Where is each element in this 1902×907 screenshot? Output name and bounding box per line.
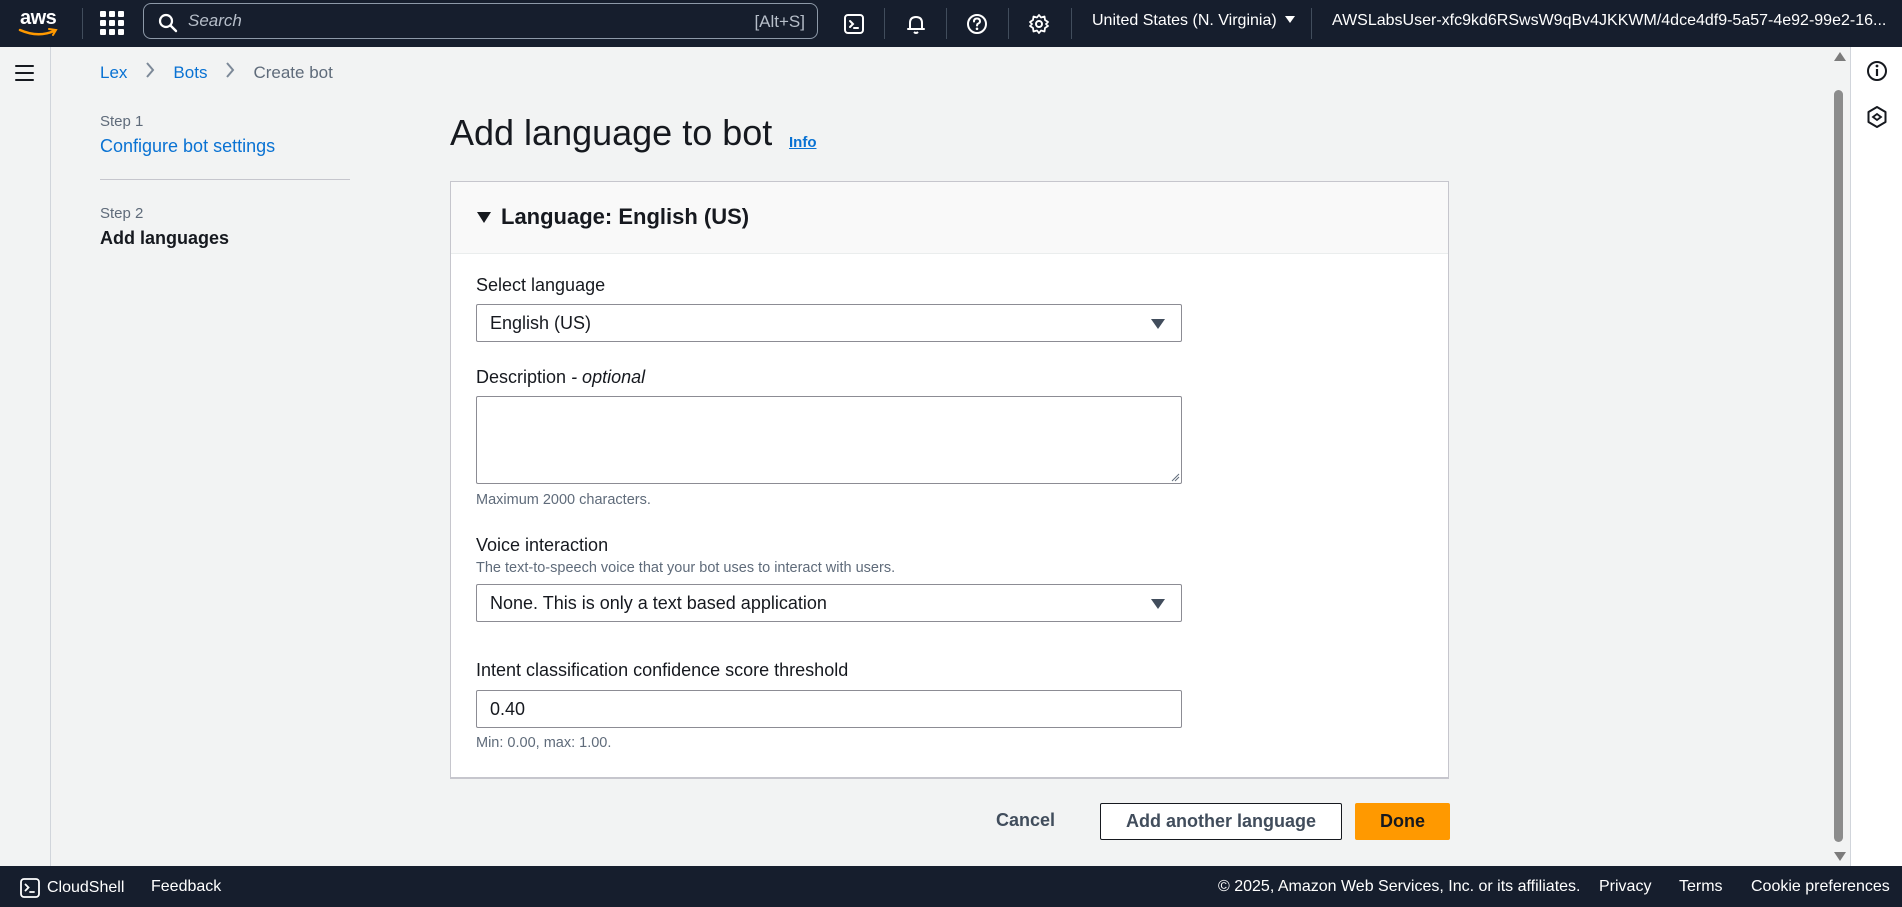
select-language-label: Select language xyxy=(476,275,606,295)
menu-hamburger-icon[interactable] xyxy=(15,65,34,81)
info-circle-icon[interactable] xyxy=(1865,59,1889,83)
language-select[interactable]: English (US) xyxy=(476,304,1182,342)
cloudshell-label: CloudShell xyxy=(47,879,125,896)
search-shortcut-hint: [Alt+S] xyxy=(754,12,805,31)
chevron-down-icon xyxy=(1284,16,1295,23)
cloudshell-button[interactable]: CloudShell xyxy=(20,878,124,898)
description-optional: - optional xyxy=(571,367,646,387)
breadcrumb-current: Create bot xyxy=(253,62,333,82)
bottom-bar: CloudShell Feedback © 2025, Amazon Web S… xyxy=(0,866,1902,907)
aws-smile-icon xyxy=(18,28,58,36)
step-2-number: Step 2 xyxy=(100,205,144,222)
done-button[interactable]: Done xyxy=(1355,803,1450,840)
scroll-up-arrow-icon[interactable] xyxy=(1834,52,1846,61)
search-input[interactable] xyxy=(188,10,688,32)
settings-gear-icon[interactable] xyxy=(1025,10,1053,38)
region-label: United States (N. Virginia) xyxy=(1092,12,1277,29)
top-navigation: aws [Alt+S] United States (N. Virginia) … xyxy=(0,0,1902,47)
language-container: Language: English (US) Select language E… xyxy=(450,181,1449,779)
nav-divider xyxy=(1008,8,1009,39)
chevron-right-icon xyxy=(145,62,155,83)
caret-down-icon xyxy=(1151,599,1165,609)
search-icon xyxy=(158,13,178,33)
cancel-button[interactable]: Cancel xyxy=(996,810,1055,831)
caret-down-icon xyxy=(1151,319,1165,329)
feedback-link[interactable]: Feedback xyxy=(151,878,221,896)
step-1-link[interactable]: Configure bot settings xyxy=(100,136,350,157)
right-tools-rail xyxy=(1850,47,1902,866)
step-2-current: Add languages xyxy=(100,228,230,248)
language-select-value: English (US) xyxy=(490,313,592,333)
nav-divider xyxy=(946,8,947,39)
step-divider xyxy=(100,179,350,180)
page-title: Add language to bot xyxy=(450,112,773,153)
step-1-number: Step 1 xyxy=(100,113,144,130)
voice-select[interactable]: None. This is only a text based applicat… xyxy=(476,584,1182,622)
resize-grip-icon[interactable] xyxy=(1170,472,1180,482)
description-textarea[interactable] xyxy=(476,396,1182,484)
ai-assistant-hexagon-icon[interactable] xyxy=(1865,105,1889,129)
aws-logo-text: aws xyxy=(20,7,57,29)
voice-interaction-description: The text-to-speech voice that your bot u… xyxy=(476,560,896,576)
threshold-hint: Min: 0.00, max: 1.00. xyxy=(476,735,612,751)
info-link[interactable]: Info xyxy=(789,134,817,151)
nav-divider xyxy=(1071,8,1072,39)
wizard-steps: Step 1 Configure bot settings Step 2 Add… xyxy=(100,113,350,249)
account-menu[interactable]: AWSLabsUser-xfc9kd6RSwsW9qBv4JKKWM/4dce4… xyxy=(1332,12,1892,30)
nav-divider xyxy=(884,8,885,39)
nav-divider xyxy=(1311,8,1312,39)
cloudshell-icon xyxy=(20,878,40,898)
chevron-right-icon xyxy=(225,62,235,83)
services-menu-icon[interactable] xyxy=(100,11,124,35)
language-expander-header[interactable]: Language: English (US) xyxy=(451,182,1448,254)
left-rail xyxy=(0,47,51,866)
add-another-language-button[interactable]: Add another language xyxy=(1100,803,1342,840)
region-selector[interactable]: United States (N. Virginia) xyxy=(1092,12,1295,30)
language-header-title: Language: English (US) xyxy=(501,204,750,229)
page-scrollbar[interactable] xyxy=(1831,50,1846,863)
description-hint: Maximum 2000 characters. xyxy=(476,492,651,508)
nav-divider xyxy=(82,8,83,39)
breadcrumb-bots[interactable]: Bots xyxy=(173,63,207,83)
threshold-input[interactable] xyxy=(476,690,1182,728)
description-label-text: Description xyxy=(476,367,567,387)
aws-logo[interactable]: aws xyxy=(18,6,62,40)
scroll-down-arrow-icon[interactable] xyxy=(1834,852,1846,861)
help-icon[interactable] xyxy=(963,10,991,38)
scroll-thumb[interactable] xyxy=(1834,90,1843,842)
search-box[interactable]: [Alt+S] xyxy=(143,3,818,39)
voice-interaction-label: Voice interaction xyxy=(476,535,609,555)
cloudshell-icon[interactable] xyxy=(840,10,868,38)
voice-select-value: None. This is only a text based applicat… xyxy=(490,593,827,613)
caret-down-icon xyxy=(477,212,491,223)
description-label: Description - optional xyxy=(476,367,645,388)
privacy-link[interactable]: Privacy xyxy=(1599,878,1651,896)
notifications-bell-icon[interactable] xyxy=(902,10,930,38)
terms-link[interactable]: Terms xyxy=(1679,878,1723,896)
copyright-text: © 2025, Amazon Web Services, Inc. or its… xyxy=(1218,878,1581,895)
threshold-label: Intent classification confidence score t… xyxy=(476,660,849,680)
cookie-preferences-link[interactable]: Cookie preferences xyxy=(1751,878,1890,896)
breadcrumb: Lex Bots Create bot xyxy=(100,62,333,83)
breadcrumb-lex[interactable]: Lex xyxy=(100,63,127,83)
